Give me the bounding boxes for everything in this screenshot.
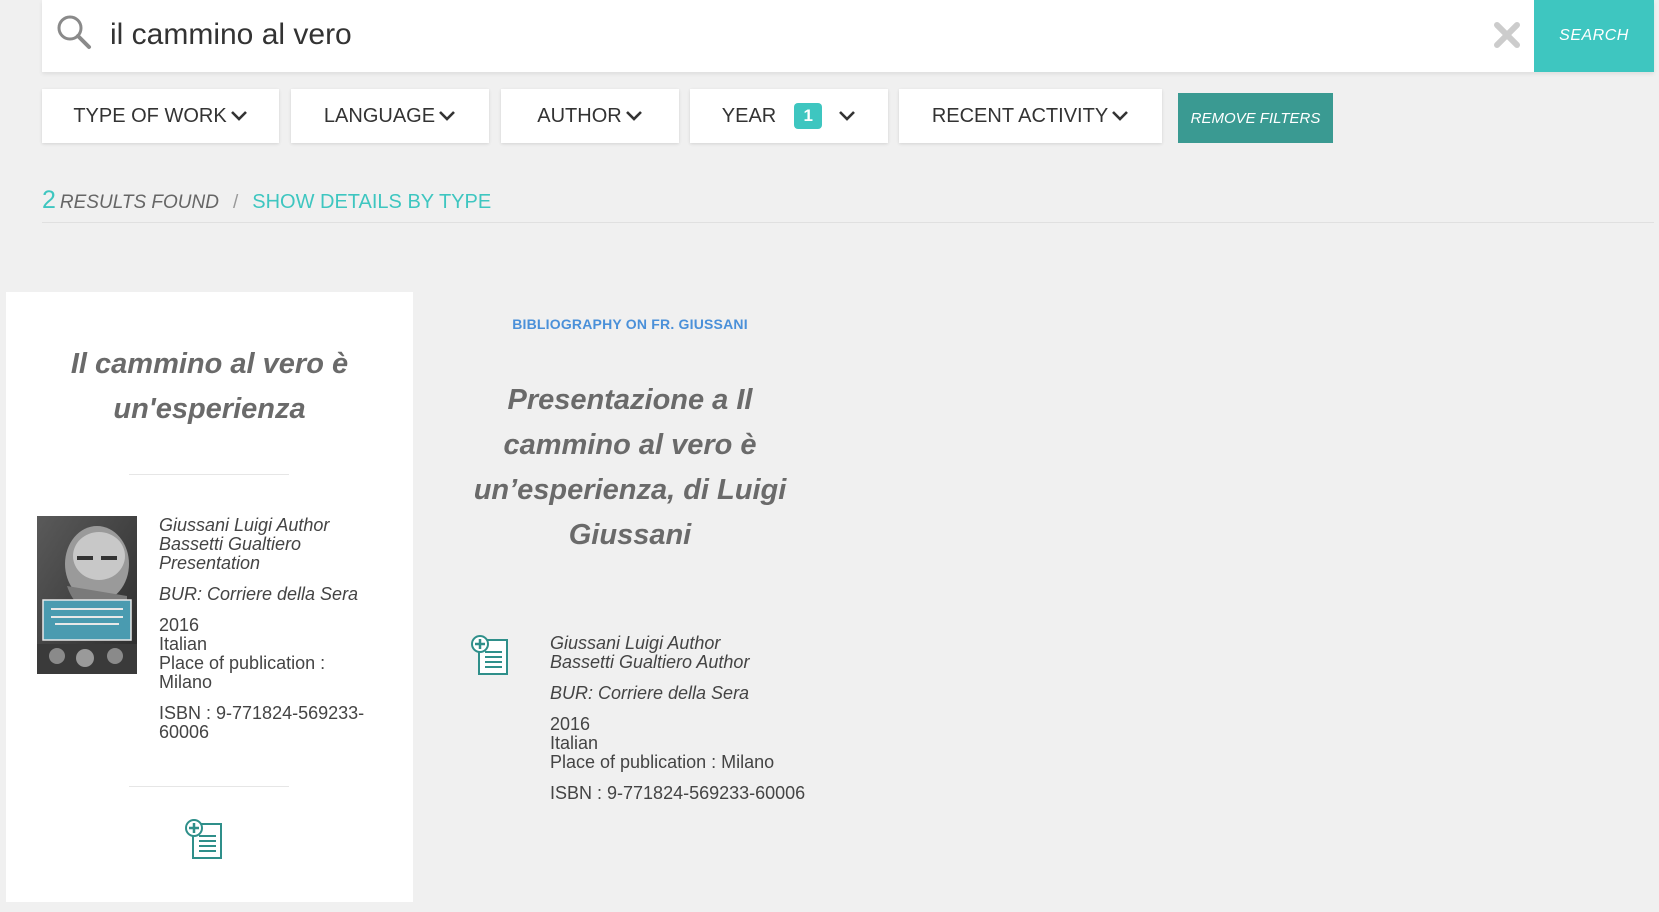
place-of-publication: Place of publication : Milano (159, 653, 326, 692)
results-count: 2 (42, 186, 56, 214)
filter-year[interactable]: YEAR 1 (690, 89, 888, 143)
search-input[interactable] (106, 10, 1414, 60)
filter-label: YEAR (721, 104, 777, 127)
card-title[interactable]: Il cammino al vero è un'esperienza (26, 342, 393, 432)
author-line[interactable]: Giussani Luigi Author (159, 516, 379, 535)
filter-label: TYPE OF WORK (73, 104, 227, 127)
author-line[interactable]: Bassetti Gualtiero Author (550, 653, 830, 672)
book-cover-image[interactable] (37, 516, 137, 674)
language: Italian (159, 634, 208, 654)
show-details-link[interactable]: SHOW DETAILS BY TYPE (252, 191, 491, 214)
year-count-badge: 1 (794, 103, 823, 129)
place-of-publication: Place of publication : Milano (550, 752, 775, 772)
filter-author[interactable]: AUTHOR (501, 89, 679, 143)
add-document-icon[interactable] (471, 634, 515, 676)
divider (129, 474, 289, 475)
search-button[interactable]: SEARCH (1534, 0, 1654, 72)
divider (129, 786, 289, 787)
chevron-down-icon (625, 111, 642, 121)
results-label: RESULTS FOUND (59, 192, 219, 213)
remove-filters-button[interactable]: REMOVE FILTERS (1178, 93, 1333, 143)
author-line[interactable]: Bassetti Gualtiero Presentation (159, 535, 379, 573)
chevron-down-icon (439, 111, 455, 121)
publication-year: 2016 (159, 615, 200, 635)
results-summary: 2 RESULTS FOUND / SHOW DETAILS BY TYPE (42, 186, 1654, 223)
language: Italian (550, 733, 599, 753)
card-category-link[interactable]: BIBLIOGRAPHY ON FR. GIUSSANI (440, 316, 820, 332)
chevron-down-icon (1112, 111, 1129, 121)
publication-year: 2016 (550, 714, 591, 734)
publisher: BUR: Corriere della Sera (550, 683, 750, 703)
filter-label: AUTHOR (537, 104, 622, 127)
filter-label: LANGUAGE (323, 104, 436, 127)
filter-recent-activity[interactable]: RECENT ACTIVITY (899, 89, 1162, 143)
search-icon (57, 15, 91, 49)
filter-label: RECENT ACTIVITY (931, 104, 1109, 127)
card-title[interactable]: Presentazione a Il cammino al vero è un’… (440, 378, 820, 558)
publisher: BUR: Corriere della Sera (159, 584, 359, 604)
filter-language[interactable]: LANGUAGE (291, 89, 489, 143)
chevron-down-icon (839, 111, 856, 121)
filter-type-of-work[interactable]: TYPE OF WORK (42, 89, 279, 143)
isbn: ISBN : 9-771824-569233-60006 (159, 703, 365, 742)
card-metadata: Giussani Luigi Author Bassetti Gualtiero… (159, 516, 379, 742)
chevron-down-icon (230, 111, 247, 121)
result-card[interactable]: Il cammino al vero è un'esperienza Giuss… (6, 292, 413, 902)
close-icon[interactable] (1490, 18, 1524, 52)
isbn: ISBN : 9-771824-569233-60006 (550, 783, 806, 803)
search-bar: SEARCH (42, 0, 1654, 72)
author-line[interactable]: Giussani Luigi Author (550, 634, 830, 653)
results-separator: / (232, 192, 239, 213)
add-document-icon[interactable] (185, 818, 229, 860)
card-metadata: Giussani Luigi Author Bassetti Gualtiero… (550, 634, 830, 803)
result-card[interactable]: BIBLIOGRAPHY ON FR. GIUSSANI Presentazio… (440, 292, 820, 852)
